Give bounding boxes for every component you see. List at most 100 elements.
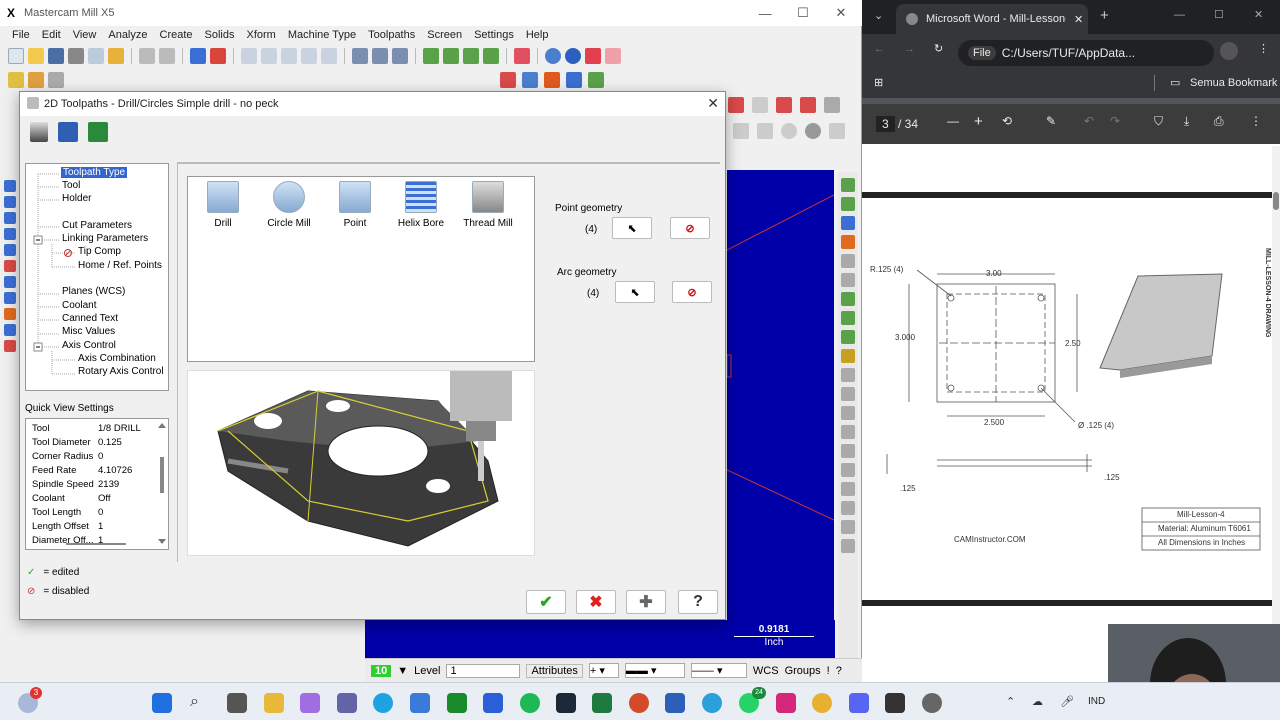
window-select-icon[interactable]	[392, 48, 408, 64]
word-icon[interactable]	[665, 693, 685, 713]
edge-icon[interactable]	[373, 693, 393, 713]
download-icon[interactable]: ⤓	[1184, 114, 1189, 129]
menu-file[interactable]: File	[6, 29, 36, 41]
minimize-icon[interactable]: —	[1174, 9, 1185, 21]
side-tool-icon[interactable]	[4, 260, 16, 272]
zoom-in-icon[interactable]	[281, 48, 297, 64]
print-icon[interactable]: ⎙	[1214, 114, 1224, 129]
quick-view-scrollbar[interactable]	[157, 421, 167, 547]
graphics-viewport-bottom[interactable]: 0.9181 Inch	[365, 620, 835, 658]
menu-solids[interactable]: Solids	[199, 29, 241, 41]
tray-chevron-icon[interactable]: ⌃	[1006, 695, 1015, 708]
view-front-icon[interactable]	[443, 48, 459, 64]
zoom-out-icon[interactable]: —	[947, 114, 959, 128]
zoom-window-icon[interactable]	[261, 48, 277, 64]
reload-icon[interactable]: ↻	[934, 42, 943, 55]
right-tool-icon[interactable]	[841, 292, 855, 306]
print-icon[interactable]	[68, 48, 84, 64]
right-tool-icon[interactable]	[841, 520, 855, 534]
redo-icon[interactable]: ↷	[1110, 114, 1120, 128]
line-style-select[interactable]: ▬▬ ▾	[624, 663, 685, 678]
type-drill[interactable]: Drill	[188, 177, 258, 229]
pdf-reader-icon[interactable]	[629, 693, 649, 713]
tree-item-tip-comp[interactable]: Tip Comp	[78, 246, 121, 257]
instagram-icon[interactable]	[776, 693, 796, 713]
right-tool-icon[interactable]	[841, 235, 855, 249]
side-tool-icon[interactable]	[4, 324, 16, 336]
circle-icon[interactable]	[805, 123, 821, 139]
tree-item-holder[interactable]: Holder	[62, 193, 91, 204]
menu-settings[interactable]: Settings	[468, 29, 520, 41]
menu-create[interactable]: Create	[154, 29, 199, 41]
help-button[interactable]: ?	[678, 590, 718, 614]
task-view-icon[interactable]	[227, 693, 247, 713]
print-preview-icon[interactable]	[88, 48, 104, 64]
right-tool-icon[interactable]	[841, 197, 855, 211]
right-tool-icon[interactable]	[841, 349, 855, 363]
right-tool-icon[interactable]	[841, 425, 855, 439]
menu-help[interactable]: Help	[520, 29, 555, 41]
telegram-icon[interactable]	[702, 693, 722, 713]
wireframe-icon[interactable]	[605, 48, 621, 64]
dialog-close-icon[interactable]: ✕	[707, 95, 719, 112]
tree-item-toolpath-type[interactable]: Toolpath Type	[61, 167, 128, 178]
right-tool-icon[interactable]	[841, 539, 855, 553]
check-icon[interactable]	[757, 123, 773, 139]
discord-icon[interactable]	[849, 693, 869, 713]
menu-kebab-icon[interactable]: ⋮	[1258, 42, 1269, 55]
hint-icon[interactable]	[108, 48, 124, 64]
new-file-icon[interactable]	[8, 48, 24, 64]
right-tool-icon[interactable]	[841, 406, 855, 420]
right-tool-icon[interactable]	[841, 482, 855, 496]
copilot-icon[interactable]	[300, 693, 320, 713]
redo-icon[interactable]	[159, 48, 175, 64]
type-helix-bore[interactable]: Helix Bore	[386, 177, 456, 229]
trim-icon[interactable]	[800, 97, 816, 113]
right-tool-icon[interactable]	[841, 178, 855, 192]
side-tool-icon[interactable]	[4, 180, 16, 192]
side-tool-icon[interactable]	[4, 276, 16, 288]
level-dropdown-icon[interactable]: ▼	[397, 665, 408, 677]
delete-icon[interactable]	[210, 48, 226, 64]
arrow-up-icon[interactable]	[733, 123, 749, 139]
side-tool-icon[interactable]	[4, 196, 16, 208]
right-tool-icon[interactable]	[841, 387, 855, 401]
tree-item-axis-control[interactable]: Axis Control	[62, 340, 116, 351]
tab-close-icon[interactable]: ✕	[1074, 13, 1083, 26]
groups-button[interactable]: Groups	[785, 665, 821, 677]
language-indicator[interactable]: IND	[1088, 696, 1105, 707]
tool-icon[interactable]	[28, 72, 44, 88]
solid-box-icon[interactable]	[514, 48, 530, 64]
point-style-select[interactable]: + ▾	[588, 663, 619, 678]
edit-icon[interactable]	[728, 97, 744, 113]
tree-item-cut-parameters[interactable]: Cut Parameters	[62, 220, 132, 231]
line-width-select[interactable]: —— ▾	[690, 663, 747, 678]
mastercam-taskbar-icon[interactable]	[885, 693, 905, 713]
search-icon[interactable]: ⌕	[190, 693, 210, 713]
close-icon[interactable]: ✕	[1254, 8, 1263, 21]
tree-item-misc-values[interactable]: Misc Values	[62, 326, 115, 337]
microphone-icon[interactable]: 🎤︎	[1060, 695, 1074, 708]
menu-view[interactable]: View	[67, 29, 103, 41]
windows-start-icon[interactable]	[152, 693, 172, 713]
right-tool-icon[interactable]	[841, 330, 855, 344]
apps-grid-icon[interactable]: ⊞	[874, 76, 883, 89]
steam-icon[interactable]	[556, 693, 576, 713]
right-tool-icon[interactable]	[841, 444, 855, 458]
globe-icon[interactable]	[545, 48, 561, 64]
side-tool-icon[interactable]	[4, 292, 16, 304]
zoom-prev-icon[interactable]	[321, 48, 337, 64]
open-folder-icon[interactable]	[28, 48, 44, 64]
post-icon[interactable]	[566, 72, 582, 88]
zoom-out-icon[interactable]	[301, 48, 317, 64]
teams-icon[interactable]	[337, 693, 357, 713]
select-points-button[interactable]: ⬉	[612, 217, 652, 239]
ok-button[interactable]: ✔	[526, 590, 566, 614]
right-tool-icon[interactable]	[841, 463, 855, 477]
remove-arcs-button[interactable]: ⊘	[672, 281, 712, 303]
file-explorer-icon[interactable]	[264, 693, 284, 713]
browser-tab-active[interactable]: Microsoft Word - Mill-Lesson-4 ✕	[896, 4, 1088, 34]
view-iso-icon[interactable]	[483, 48, 499, 64]
all-bookmarks[interactable]: Semua Bookmark	[1190, 77, 1277, 89]
level-number[interactable]: 10	[371, 664, 392, 677]
